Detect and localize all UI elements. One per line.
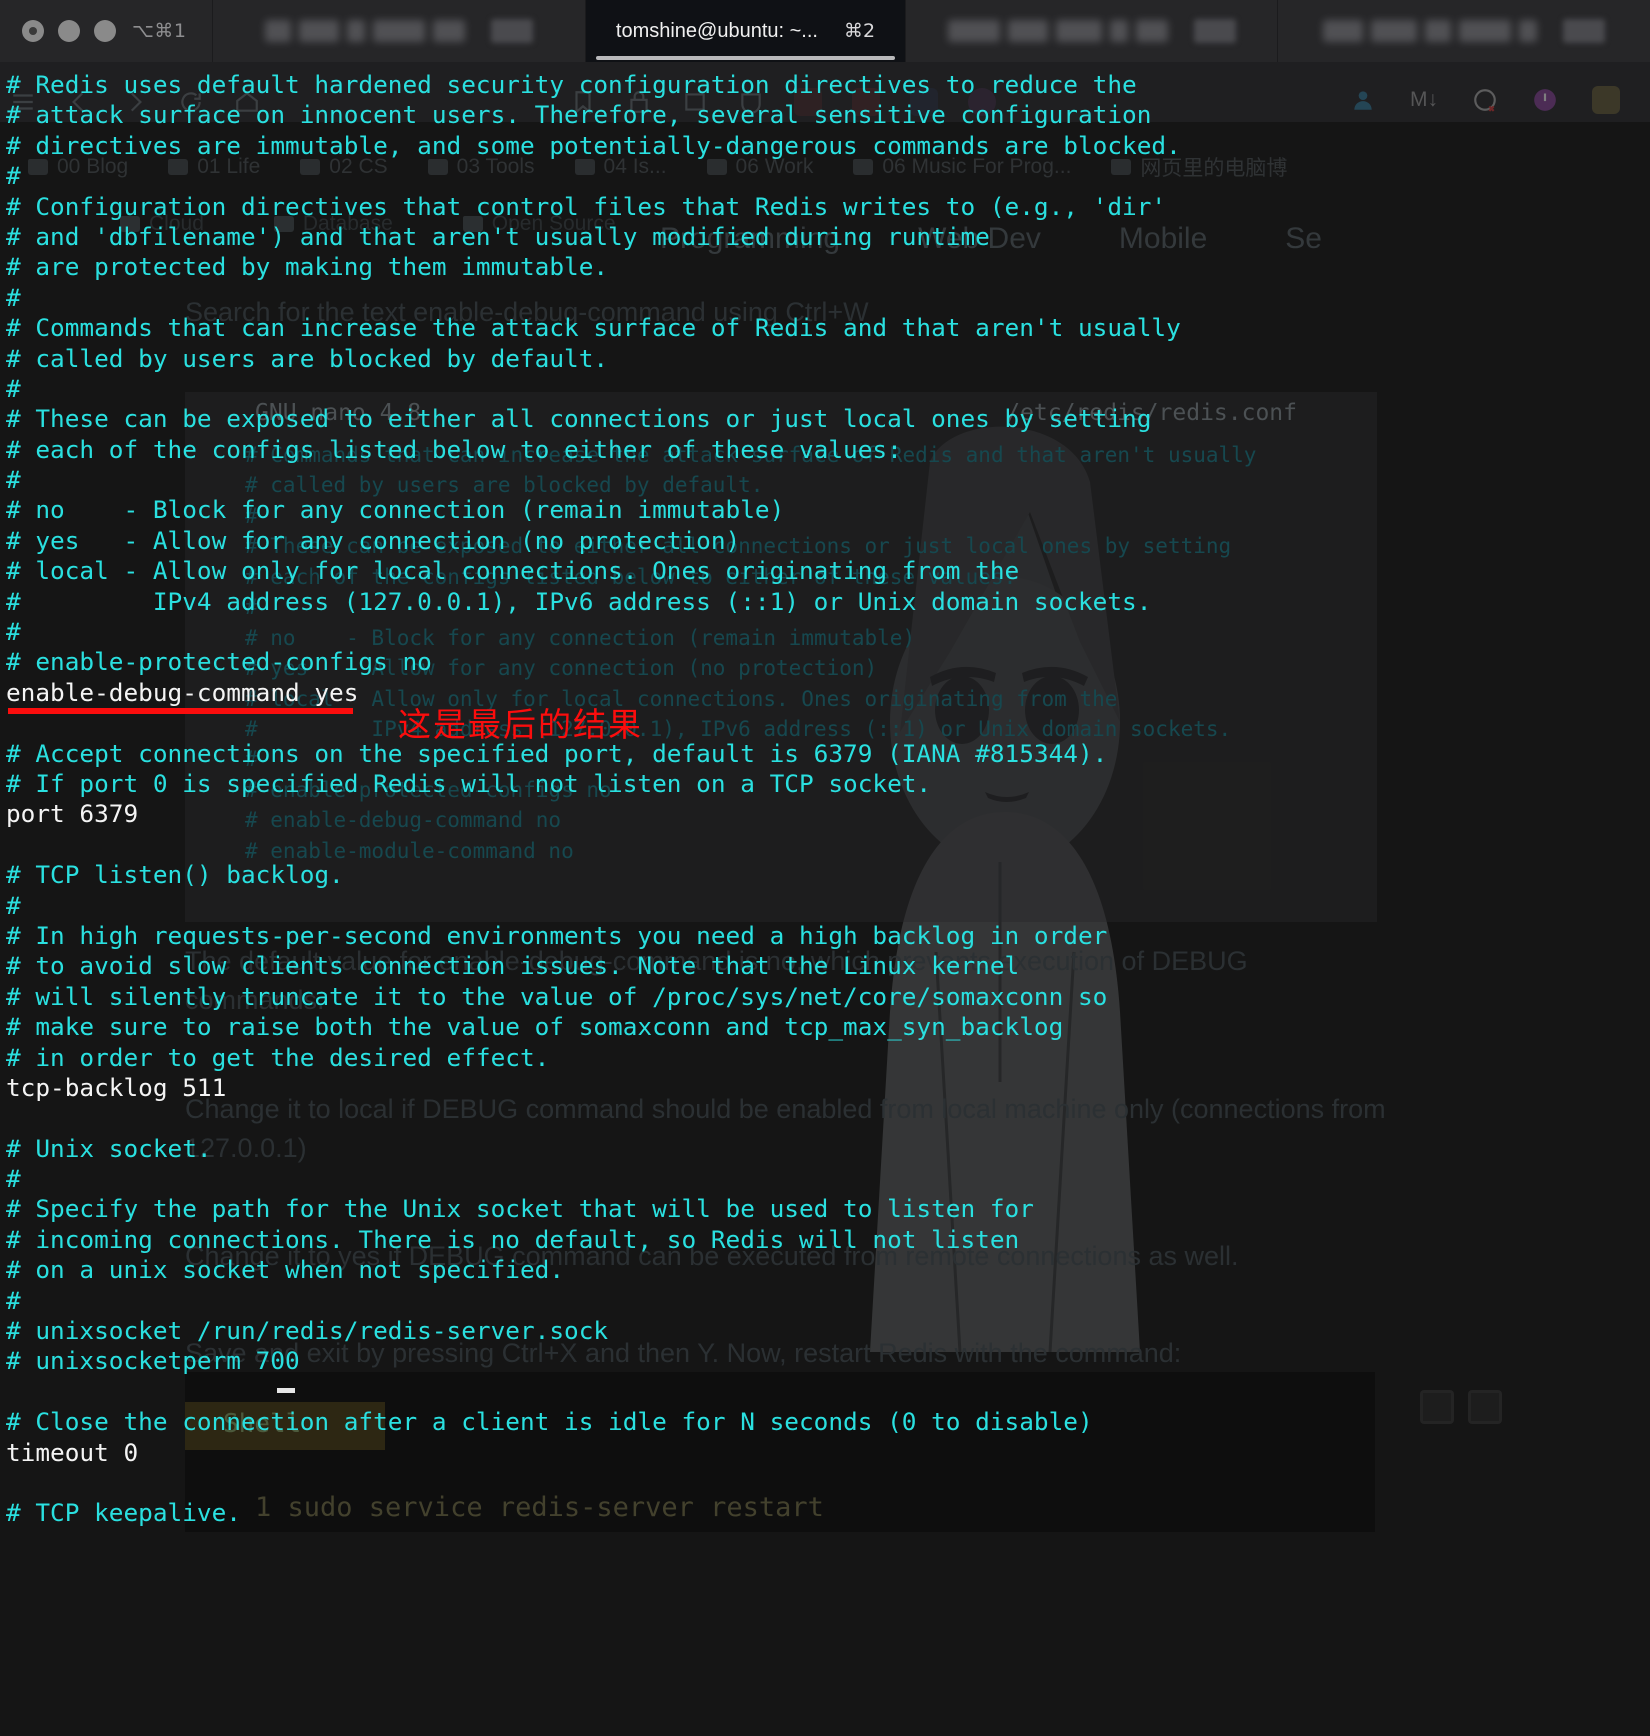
article-paragraph-3: Change it to yes if DEBUG command can be… xyxy=(185,1241,1239,1271)
bookmarks-bar: 00 Blog 01 Life 02 CS 03 Tools 04 Is... … xyxy=(28,152,1287,182)
site-nav-tabs: Programming Web Dev Mobile Se xyxy=(660,222,1322,256)
tab-3-title xyxy=(947,20,1168,42)
code-block-buttons xyxy=(1420,1390,1502,1424)
folder-icon xyxy=(1111,159,1132,175)
tab-1[interactable] xyxy=(212,0,585,62)
bookmark-item[interactable]: 网页里的电脑博 xyxy=(1111,152,1287,182)
tab-4-title xyxy=(1323,20,1538,42)
code-language-label: Shell xyxy=(185,1402,385,1450)
folder-icon xyxy=(300,159,321,175)
minimize-button[interactable] xyxy=(58,20,80,42)
browser-extension-icons: M↓ xyxy=(1350,86,1620,114)
extension-icon-purple xyxy=(968,88,996,116)
nano-filepath-label: /etc/redis/redis.conf xyxy=(1006,400,1297,426)
annotation-note: 这是最后的结果 xyxy=(398,705,643,744)
folder-icon xyxy=(706,159,727,175)
bookmark-item[interactable]: Database xyxy=(273,212,393,236)
home-icon xyxy=(236,91,258,112)
folder-icon xyxy=(427,159,448,175)
account-icon xyxy=(1354,91,1372,110)
nano-preview-text: # Commands that can increase the attack … xyxy=(245,443,1257,863)
terminal-window: M↓ 00 Blog 01 Life 02 CS 03 Tools 04 Is.… xyxy=(0,0,1650,1736)
tab-1-shortcut xyxy=(491,19,534,43)
stop-icon[interactable] xyxy=(1420,1390,1454,1424)
tab-3-shortcut xyxy=(1193,19,1236,43)
tab-4[interactable] xyxy=(1277,0,1650,62)
bookmarks-bar-row2: Cloud Database Open Source xyxy=(120,212,616,236)
folder-icon xyxy=(120,216,140,232)
markdown-icon: M↓ xyxy=(1410,88,1438,111)
background-browser-page: M↓ 00 Blog 01 Life 02 CS 03 Tools 04 Is.… xyxy=(0,62,1650,1736)
extension-icon-red xyxy=(794,88,822,116)
article-paragraph-2: Change it to local if DEBUG command shou… xyxy=(185,1094,1386,1164)
window-titlebar: ⌥⌘1 tomshine@ubuntu: ~... ⌘2 xyxy=(0,0,1650,62)
zoom-button[interactable] xyxy=(94,20,116,42)
folder-icon xyxy=(273,216,294,232)
bookmark-item[interactable]: Open Source xyxy=(462,212,616,236)
bookmark-item[interactable]: 04 Is... xyxy=(574,155,667,179)
back-arrow-icon xyxy=(72,92,84,112)
tab-2-title: tomshine@ubuntu: ~... xyxy=(615,19,818,42)
bookmark-item[interactable]: 01 Life xyxy=(168,155,260,179)
folder-icon xyxy=(28,159,48,175)
key-blocked-icon xyxy=(1474,89,1496,112)
tab-2-active[interactable]: tomshine@ubuntu: ~... ⌘2 xyxy=(584,0,905,62)
tab-1-title xyxy=(265,20,466,42)
folder-icon xyxy=(574,159,595,175)
lock-icon xyxy=(630,91,648,113)
tab-3[interactable] xyxy=(904,0,1278,62)
star-extension-icon xyxy=(1592,86,1620,114)
terminal-cursor xyxy=(277,1388,295,1393)
tab-4-shortcut xyxy=(1563,19,1606,43)
split-shortcut-hint: ⌥⌘1 xyxy=(132,20,187,42)
bookmark-item[interactable]: Cloud xyxy=(120,212,204,236)
extension-icon-blue xyxy=(910,88,938,116)
article-paragraph-1: The default value for enable-debug-comma… xyxy=(185,946,1248,1016)
code-command-line: 1 sudo service redis-server restart xyxy=(255,1492,824,1523)
bookmark-item[interactable]: 02 CS xyxy=(300,155,388,179)
tab-2-shortcut: ⌘2 xyxy=(843,20,876,42)
window-controls[interactable] xyxy=(0,0,132,62)
menu-icon xyxy=(13,94,33,110)
bookmark-item[interactable]: 03 Tools xyxy=(427,155,535,179)
folder-icon xyxy=(462,216,483,232)
bookmark-item[interactable]: 00 Blog xyxy=(28,155,128,179)
site-nav-se[interactable]: Se xyxy=(1285,222,1322,256)
nano-version-label: GNU nano 4.8 xyxy=(255,400,422,426)
forward-arrow-icon xyxy=(130,92,142,112)
reader-icon xyxy=(685,93,705,111)
copy-icon[interactable] xyxy=(1468,1390,1502,1424)
folder-icon xyxy=(853,159,874,175)
pocket-icon xyxy=(741,93,761,114)
close-button[interactable] xyxy=(22,20,44,42)
browser-nav-icons xyxy=(10,88,996,116)
bookmark-icon xyxy=(575,91,591,115)
nano-screenshot-preview: GNU nano 4.8 /etc/redis/redis.conf # Com… xyxy=(185,392,1377,922)
annotation-underline xyxy=(8,708,353,714)
site-nav-mobile[interactable]: Mobile xyxy=(1119,222,1207,256)
folder-icon xyxy=(168,159,189,175)
bookmark-item[interactable]: 06 Work xyxy=(706,155,813,179)
site-nav-programming[interactable]: Programming xyxy=(660,222,840,256)
reload-icon xyxy=(181,92,201,112)
article-paragraph-4: Save and exit by pressing Ctrl+X and the… xyxy=(185,1338,1182,1368)
site-nav-webdev[interactable]: Web Dev xyxy=(918,222,1041,256)
bookmark-item[interactable]: 06 Music For Prog... xyxy=(853,155,1071,179)
power-icon xyxy=(1534,89,1556,111)
article-heading: Search for the text enable-debug-command… xyxy=(185,297,869,327)
extension-icon-red2 xyxy=(852,88,880,116)
